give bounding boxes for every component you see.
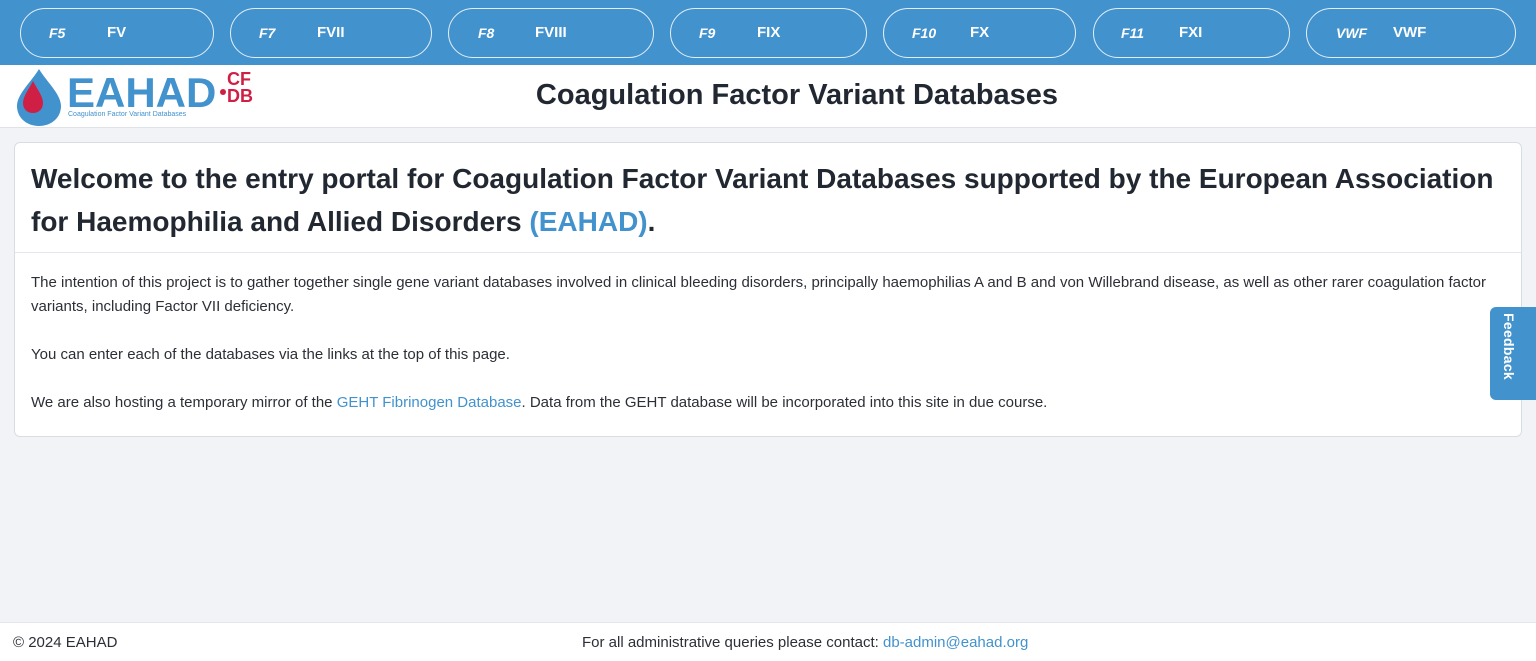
nav-name: FIX — [757, 24, 781, 41]
contact-text: For all administrative queries please co… — [582, 634, 883, 651]
nav-button-f8[interactable]: F8 FVIII — [448, 8, 654, 58]
nav-code: F8 — [478, 25, 495, 41]
nav-code: F5 — [49, 25, 66, 41]
nav-button-f9[interactable]: F9 FIX — [670, 8, 867, 58]
nav-code: VWF — [1336, 25, 1368, 41]
nav-name: VWF — [1393, 24, 1427, 41]
mirror-text-suffix: . Data from the GEHT database will be in… — [521, 394, 1048, 411]
nav-button-f11[interactable]: F11 FXI — [1093, 8, 1290, 58]
welcome-heading-accent: (EAHAD) — [529, 206, 648, 237]
nav-name: FXI — [1179, 24, 1203, 41]
instructions-paragraph: You can enter each of the databases via … — [31, 346, 510, 363]
nav-code: F10 — [912, 25, 937, 41]
mirror-text-prefix: We are also hosting a temporary mirror o… — [31, 394, 337, 411]
site-footer: © 2024 EAHAD For all administrative quer… — [0, 622, 1536, 661]
nav-name: FV — [107, 24, 127, 41]
site-header: EAHAD CF DB Coagulation Factor Variant D… — [0, 65, 1536, 128]
logo-tagline: Coagulation Factor Variant Databases — [68, 111, 187, 118]
welcome-card-body: The intention of this project is to gath… — [31, 271, 1501, 439]
nav-button-f10[interactable]: F10 FX — [883, 8, 1076, 58]
welcome-heading-text: Welcome to the entry portal for Coagulat… — [31, 163, 1494, 237]
page-title: Coagulation Factor Variant Databases — [535, 79, 1059, 111]
intro-paragraph: The intention of this project is to gath… — [31, 274, 1487, 315]
nav-button-f7[interactable]: F7 FVII — [230, 8, 432, 58]
nav-button-f5[interactable]: F5 FV — [20, 8, 214, 58]
nav-code: F9 — [699, 25, 716, 41]
welcome-card-header: Welcome to the entry portal for Coagulat… — [15, 143, 1521, 253]
nav-name: FVII — [317, 24, 345, 41]
feedback-label: Feedback — [1501, 313, 1517, 380]
feedback-tab[interactable]: Feedback — [1490, 307, 1536, 400]
contact-email-link[interactable]: db-admin@eahad.org — [883, 634, 1028, 651]
welcome-heading-suffix: . — [647, 206, 656, 237]
nav-button-vwf[interactable]: VWF VWF — [1306, 8, 1516, 58]
contact-line: For all administrative queries please co… — [582, 634, 1028, 651]
welcome-heading: Welcome to the entry portal for Coagulat… — [31, 157, 1501, 243]
copyright-text: © 2024 EAHAD — [13, 634, 118, 651]
nav-code: F11 — [1121, 25, 1145, 41]
welcome-card: Welcome to the entry portal for Coagulat… — [14, 142, 1522, 437]
top-navigation: F5 FV F7 FVII F8 FVIII F9 FIX F10 FX F11… — [0, 0, 1536, 65]
geht-fibrinogen-link[interactable]: GEHT Fibrinogen Database — [337, 394, 522, 411]
nav-name: FX — [970, 24, 990, 41]
mirror-paragraph: We are also hosting a temporary mirror o… — [31, 391, 1501, 415]
nav-name: FVIII — [535, 24, 567, 41]
nav-code: F7 — [259, 25, 276, 41]
